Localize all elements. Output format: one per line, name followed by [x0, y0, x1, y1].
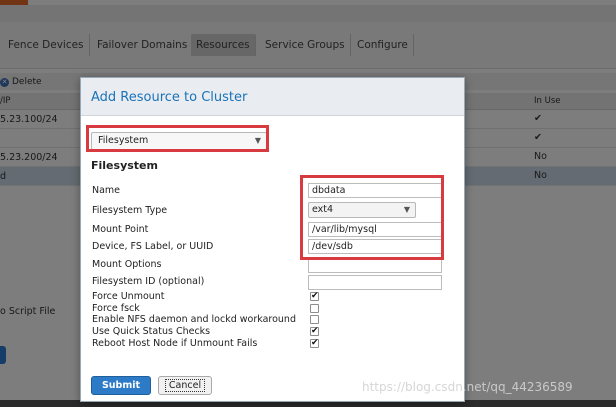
nfs-workaround-checkbox[interactable] [310, 315, 319, 324]
name-label: Name [92, 185, 121, 196]
force-unmount-checkbox[interactable]: ✔ [310, 292, 319, 301]
dialog-title: Add Resource to Cluster [91, 90, 248, 105]
cancel-label: Cancel [164, 379, 206, 392]
fs-type-label: Filesystem Type [92, 205, 168, 216]
quick-status-label: Use Quick Status Checks [92, 326, 211, 337]
fs-id-field[interactable] [308, 275, 442, 290]
nfs-workaround-label: Enable NFS daemon and lockd workaround [92, 314, 296, 325]
cancel-button[interactable]: Cancel [158, 376, 212, 395]
force-fsck-checkbox[interactable] [310, 304, 319, 313]
reboot-host-label: Reboot Host Node if Unmount Fails [92, 338, 258, 349]
submit-button[interactable]: Submit [91, 376, 151, 395]
annotation-box-type [86, 125, 269, 152]
mount-options-label: Mount Options [92, 259, 162, 270]
annotation-box-fields [300, 175, 444, 260]
dialog-header: Add Resource to Cluster [81, 78, 464, 116]
force-unmount-label: Force Unmount [92, 291, 165, 302]
mount-point-label: Mount Point [92, 224, 149, 235]
mount-options-field[interactable] [308, 258, 442, 273]
reboot-host-checkbox[interactable]: ✔ [310, 339, 319, 348]
force-fsck-label: Force fsck [92, 303, 140, 314]
section-title: Filesystem [91, 159, 158, 172]
device-label: Device, FS Label, or UUID [92, 241, 214, 252]
watermark: https://blog.csdn.net/qq_44236589 [362, 380, 573, 394]
quick-status-checkbox[interactable]: ✔ [310, 327, 319, 336]
fs-id-label: Filesystem ID (optional) [92, 276, 205, 287]
